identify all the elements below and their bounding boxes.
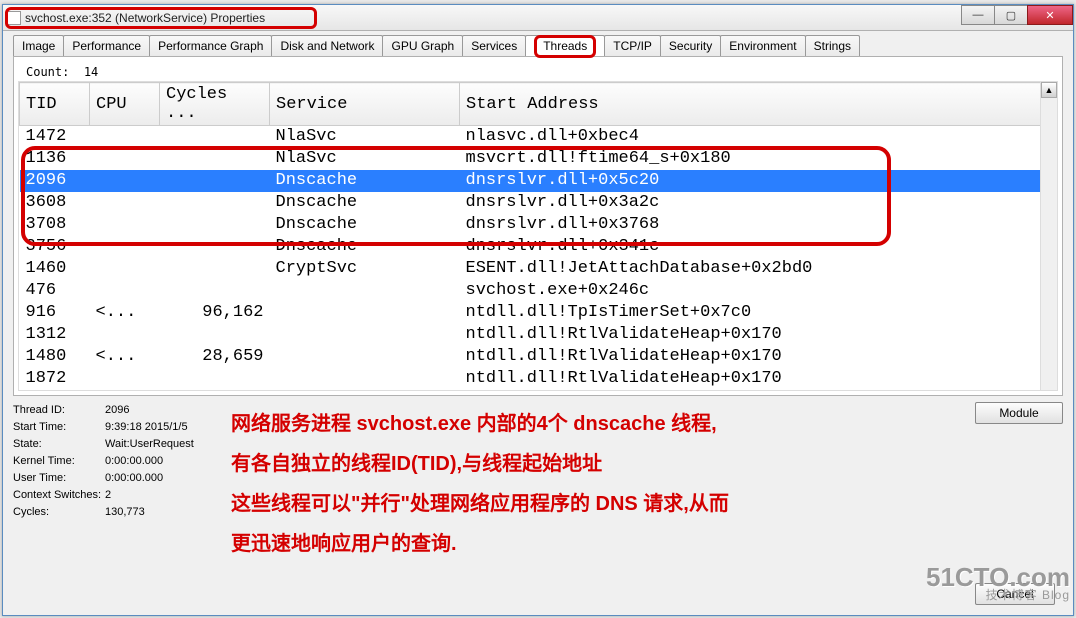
tab-strip: ImagePerformancePerformance GraphDisk an… — [3, 31, 1073, 56]
value-user-time: 0:00:00.000 — [105, 470, 163, 487]
column-tid[interactable]: TID — [20, 83, 90, 126]
value-context-switches: 2 — [105, 487, 111, 504]
label-kernel-time: Kernel Time: — [13, 453, 105, 470]
vertical-scrollbar[interactable]: ▲ — [1040, 82, 1057, 390]
label-state: State: — [13, 436, 105, 453]
table-row[interactable]: 1472NlaSvcnlasvc.dll+0xbec4 — [20, 126, 1057, 149]
value-kernel-time: 0:00:00.000 — [105, 453, 163, 470]
column-service[interactable]: Service — [270, 83, 460, 126]
thread-details: Thread ID:2096 Start Time:9:39:18 2015/1… — [13, 402, 223, 564]
table-row[interactable]: 1872ntdll.dll!RtlValidateHeap+0x170 — [20, 368, 1057, 390]
tab-content: Count: 14 TIDCPUCycles ...ServiceStart A… — [13, 56, 1063, 396]
table-row[interactable]: 1312ntdll.dll!RtlValidateHeap+0x170 — [20, 324, 1057, 346]
close-button[interactable]: ✕ — [1027, 5, 1073, 25]
table-row[interactable]: 476svchost.exe+0x246c — [20, 280, 1057, 302]
properties-window: svchost.exe:352 (NetworkService) Propert… — [2, 4, 1074, 616]
thread-table[interactable]: TIDCPUCycles ...ServiceStart Address 147… — [19, 82, 1057, 390]
value-state: Wait:UserRequest — [105, 436, 194, 453]
module-button[interactable]: Module — [975, 402, 1063, 424]
tab-security[interactable]: Security — [660, 35, 721, 56]
table-row[interactable]: 1480<...28,659ntdll.dll!RtlValidateHeap+… — [20, 346, 1057, 368]
annotation-text: 网络服务进程 svchost.exe 内部的4个 dnscache 线程, 有各… — [231, 402, 967, 564]
tab-disk-and-network[interactable]: Disk and Network — [271, 35, 383, 56]
tab-performance-graph[interactable]: Performance Graph — [149, 35, 272, 56]
label-thread-id: Thread ID: — [13, 402, 105, 419]
tab-services[interactable]: Services — [462, 35, 526, 56]
maximize-button[interactable]: ▢ — [994, 5, 1028, 25]
column-start-address[interactable]: Start Address — [460, 83, 1057, 126]
window-title: svchost.exe:352 (NetworkService) Propert… — [25, 11, 265, 25]
table-row[interactable]: 1136NlaSvcmsvcrt.dll!ftime64_s+0x180 — [20, 148, 1057, 170]
label-context-switches: Context Switches: — [13, 487, 105, 504]
value-thread-id: 2096 — [105, 402, 129, 419]
table-row[interactable]: 3756Dnscachednsrslvr.dll+0x341c — [20, 236, 1057, 258]
thread-count: Count: 14 — [18, 63, 1058, 81]
table-row[interactable]: 2096Dnscachednsrslvr.dll+0x5c20 — [20, 170, 1057, 192]
table-row[interactable]: 3708Dnscachednsrslvr.dll+0x3768 — [20, 214, 1057, 236]
value-cycles: 130,773 — [105, 504, 145, 521]
thread-table-wrap: TIDCPUCycles ...ServiceStart Address 147… — [18, 81, 1058, 391]
cancel-button[interactable]: Cancel — [975, 583, 1055, 605]
column-cpu[interactable]: CPU — [90, 83, 160, 126]
tab-performance[interactable]: Performance — [63, 35, 150, 56]
label-cycles: Cycles: — [13, 504, 105, 521]
table-row[interactable]: 1460CryptSvcESENT.dll!JetAttachDatabase+… — [20, 258, 1057, 280]
label-start-time: Start Time: — [13, 419, 105, 436]
tab-gpu-graph[interactable]: GPU Graph — [382, 35, 463, 56]
table-row[interactable]: 916<...96,162ntdll.dll!TpIsTimerSet+0x7c… — [20, 302, 1057, 324]
app-icon — [7, 11, 21, 25]
label-user-time: User Time: — [13, 470, 105, 487]
value-start-time: 9:39:18 2015/1/5 — [105, 419, 188, 436]
titlebar[interactable]: svchost.exe:352 (NetworkService) Propert… — [3, 5, 1073, 31]
tab-tcp-ip[interactable]: TCP/IP — [604, 35, 661, 56]
tab-environment[interactable]: Environment — [720, 35, 805, 56]
scroll-up-icon[interactable]: ▲ — [1041, 82, 1057, 98]
tab-threads[interactable]: Threads — [525, 35, 605, 56]
table-row[interactable]: 3608Dnscachednsrslvr.dll+0x3a2c — [20, 192, 1057, 214]
tab-strings[interactable]: Strings — [805, 35, 860, 56]
column-cycles-[interactable]: Cycles ... — [160, 83, 270, 126]
tab-image[interactable]: Image — [13, 35, 64, 56]
minimize-button[interactable]: — — [961, 5, 995, 25]
